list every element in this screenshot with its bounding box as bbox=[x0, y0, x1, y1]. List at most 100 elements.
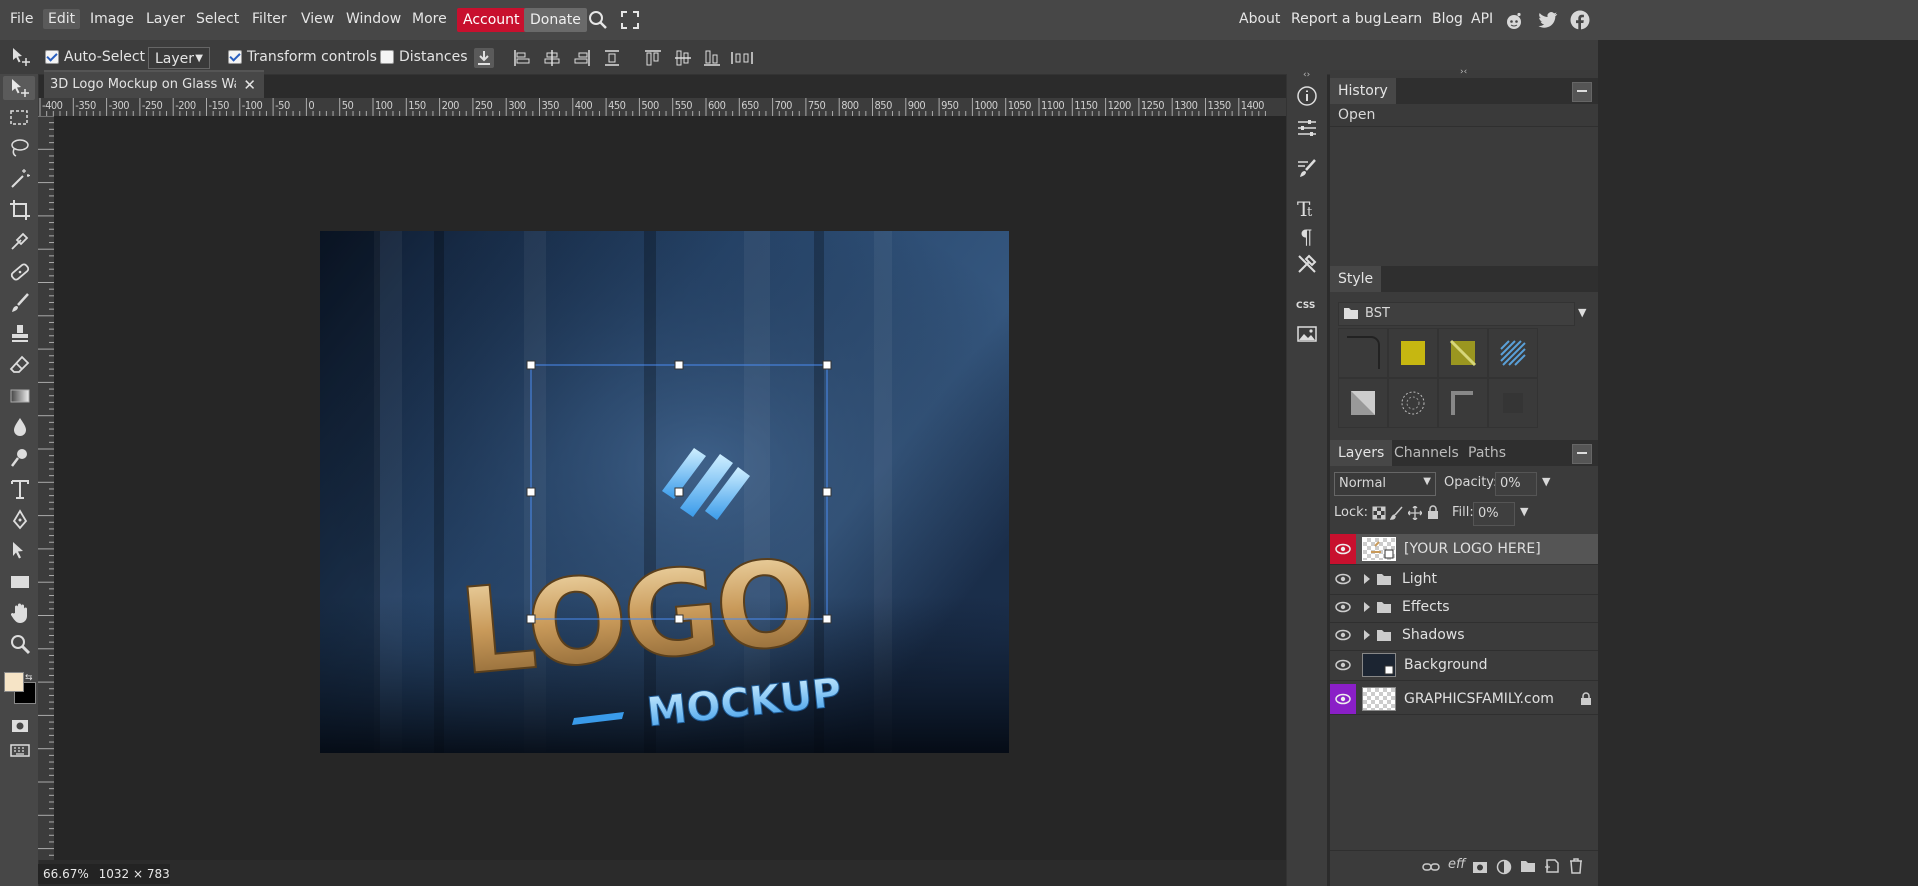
tab-layers[interactable]: Layers bbox=[1330, 440, 1393, 466]
layer-row[interactable]: Shadows bbox=[1330, 620, 1598, 651]
adjustments-icon[interactable] bbox=[1295, 116, 1319, 140]
layer-row[interactable]: GRAPHICSFAMILY.com bbox=[1330, 684, 1598, 715]
keyboard-icon[interactable] bbox=[8, 738, 32, 762]
layer-row[interactable]: Effects bbox=[1330, 592, 1598, 623]
close-icon[interactable]: ✕ bbox=[243, 76, 256, 94]
tab-channels[interactable]: Channels bbox=[1394, 445, 1459, 461]
document-tab[interactable]: 3D Logo Mockup on Glass Wal ✕ bbox=[44, 70, 264, 98]
eraser-tool[interactable] bbox=[8, 353, 32, 377]
align-center-h-icon[interactable] bbox=[542, 48, 562, 68]
align-middle-v-icon[interactable] bbox=[673, 48, 693, 68]
brush-tool[interactable] bbox=[8, 291, 32, 315]
image-icon[interactable] bbox=[1295, 322, 1319, 346]
about-link[interactable]: About bbox=[1239, 11, 1280, 27]
tool-settings-icon[interactable] bbox=[1295, 252, 1319, 276]
transform-handle[interactable] bbox=[674, 360, 684, 370]
crop-tool[interactable] bbox=[8, 198, 32, 222]
type-tool[interactable] bbox=[8, 477, 32, 501]
fill-input[interactable]: 0% bbox=[1473, 502, 1515, 526]
character-icon[interactable]: Tt bbox=[1295, 196, 1319, 220]
rectangle-tool[interactable] bbox=[8, 570, 32, 594]
delete-layer-icon[interactable] bbox=[1568, 858, 1584, 874]
menu-view[interactable]: View bbox=[301, 11, 334, 27]
align-bottom-icon[interactable] bbox=[702, 48, 722, 68]
layer-visibility-toggle[interactable] bbox=[1330, 592, 1356, 622]
auto-select-target-select[interactable]: Layer ▼ bbox=[148, 47, 210, 69]
layer-visibility-toggle[interactable] bbox=[1330, 534, 1356, 564]
fullscreen-icon[interactable] bbox=[621, 11, 639, 29]
opacity-dropdown-icon[interactable]: ▼ bbox=[1542, 475, 1550, 488]
style-preset[interactable] bbox=[1438, 378, 1488, 428]
style-preset[interactable] bbox=[1388, 328, 1438, 378]
opacity-input[interactable]: 0% bbox=[1495, 472, 1537, 496]
transform-handle[interactable] bbox=[674, 487, 684, 497]
hand-tool[interactable] bbox=[8, 601, 32, 625]
distances-checkbox[interactable]: Distances bbox=[380, 49, 468, 65]
search-icon[interactable] bbox=[588, 10, 608, 30]
menu-image[interactable]: Image bbox=[90, 11, 134, 27]
zoom-level[interactable]: 66.67% bbox=[43, 867, 89, 881]
new-group-icon[interactable] bbox=[1520, 859, 1536, 873]
tab-history[interactable]: History bbox=[1330, 78, 1396, 104]
eyedropper-tool[interactable] bbox=[8, 229, 32, 253]
zoom-tool[interactable] bbox=[8, 632, 32, 656]
foreground-color-swatch[interactable] bbox=[4, 672, 24, 692]
move-tool[interactable] bbox=[3, 76, 35, 100]
layer-row[interactable]: Background bbox=[1330, 650, 1598, 681]
tab-paths[interactable]: Paths bbox=[1468, 445, 1506, 461]
transform-handle[interactable] bbox=[674, 614, 684, 624]
add-mask-icon[interactable] bbox=[1472, 859, 1488, 875]
blend-mode-select[interactable]: Normal ▼ bbox=[1334, 472, 1436, 496]
menu-window[interactable]: Window bbox=[346, 11, 401, 27]
layer-row[interactable]: Light bbox=[1330, 564, 1598, 595]
reddit-icon[interactable] bbox=[1504, 11, 1524, 31]
blog-link[interactable]: Blog bbox=[1432, 11, 1463, 27]
dodge-tool[interactable] bbox=[8, 446, 32, 470]
style-preset[interactable] bbox=[1338, 328, 1388, 378]
quick-mask-icon[interactable] bbox=[8, 714, 32, 738]
expand-arrow-icon[interactable] bbox=[1362, 573, 1372, 585]
healing-tool[interactable] bbox=[8, 260, 32, 284]
facebook-icon[interactable] bbox=[1570, 10, 1590, 30]
download-icon[interactable] bbox=[474, 48, 494, 68]
style-preset[interactable] bbox=[1388, 378, 1438, 428]
lasso-tool[interactable] bbox=[8, 136, 32, 160]
blur-tool[interactable] bbox=[8, 415, 32, 439]
style-dropdown-icon[interactable]: ▼ bbox=[1578, 306, 1586, 319]
style-preset[interactable] bbox=[1338, 378, 1388, 428]
expand-arrow-icon[interactable] bbox=[1362, 629, 1372, 641]
fill-dropdown-icon[interactable]: ▼ bbox=[1520, 505, 1528, 518]
gradient-tool[interactable] bbox=[8, 384, 32, 408]
menu-file[interactable]: File bbox=[10, 11, 33, 27]
align-right-icon[interactable] bbox=[572, 48, 592, 68]
distribute-v-icon[interactable] bbox=[730, 48, 753, 68]
menu-more[interactable]: More bbox=[412, 11, 447, 27]
auto-select-checkbox[interactable]: Auto-Select bbox=[45, 49, 145, 65]
info-icon[interactable] bbox=[1295, 84, 1319, 108]
layer-visibility-toggle[interactable] bbox=[1330, 684, 1356, 714]
align-top-icon[interactable] bbox=[643, 48, 663, 68]
report-bug-link[interactable]: Report a bug bbox=[1291, 11, 1382, 27]
marquee-tool[interactable] bbox=[8, 106, 32, 130]
transform-handle[interactable] bbox=[526, 360, 536, 370]
lock-position-icon[interactable] bbox=[1408, 506, 1422, 520]
layer-visibility-toggle[interactable] bbox=[1330, 650, 1356, 680]
auto-select-check[interactable] bbox=[45, 50, 59, 64]
style-preset[interactable] bbox=[1488, 328, 1538, 378]
transform-handle[interactable] bbox=[822, 487, 832, 497]
menu-layer[interactable]: Layer bbox=[146, 11, 185, 27]
lock-pixels-icon[interactable] bbox=[1390, 506, 1404, 520]
layer-visibility-toggle[interactable] bbox=[1330, 620, 1356, 650]
transform-handle[interactable] bbox=[526, 487, 536, 497]
link-layers-icon[interactable] bbox=[1422, 859, 1440, 875]
lock-all-icon[interactable] bbox=[1426, 505, 1440, 520]
pen-tool[interactable] bbox=[8, 508, 32, 532]
layer-effects-icon[interactable]: eff bbox=[1448, 857, 1465, 872]
vertical-ruler[interactable] bbox=[38, 116, 55, 860]
api-link[interactable]: API bbox=[1471, 11, 1493, 27]
history-menu-icon[interactable] bbox=[1572, 82, 1592, 102]
tab-style[interactable]: Style bbox=[1330, 266, 1382, 292]
history-item[interactable]: Open bbox=[1330, 104, 1598, 127]
transform-controls-checkbox[interactable]: Transform controls bbox=[228, 49, 377, 65]
style-preset[interactable] bbox=[1488, 378, 1538, 428]
